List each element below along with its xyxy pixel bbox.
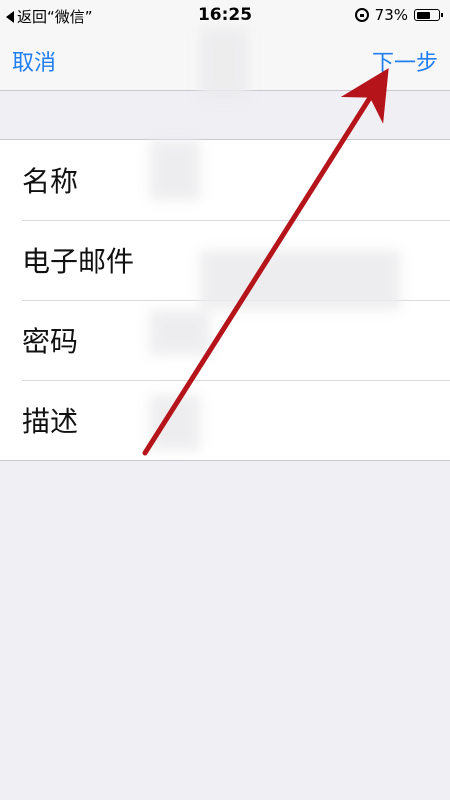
watermark-blur [150,395,200,450]
rotation-lock-icon [354,8,369,22]
form-row-description: 描述 [0,380,450,460]
cancel-button[interactable]: 取消 [12,45,56,77]
description-label: 描述 [22,405,79,438]
watermark-blur [200,250,400,310]
next-step-button[interactable]: 下一步 [372,45,438,77]
status-bar: 返回“微信” 16:25 73% [0,0,450,30]
watermark-blur [200,28,248,100]
watermark-blur [150,310,210,355]
form-row-password: 密码 [0,300,450,380]
battery-fill [416,11,431,19]
name-label: 名称 [22,165,79,198]
form-row-name: 名称 [0,140,450,220]
status-indicators: 73% [354,6,443,24]
battery-percent: 73% [374,6,408,24]
battery-cap [441,13,443,17]
email-label: 电子邮件 [22,245,135,278]
password-label: 密码 [22,325,79,358]
watermark-blur [150,140,200,200]
battery-icon [414,9,443,21]
